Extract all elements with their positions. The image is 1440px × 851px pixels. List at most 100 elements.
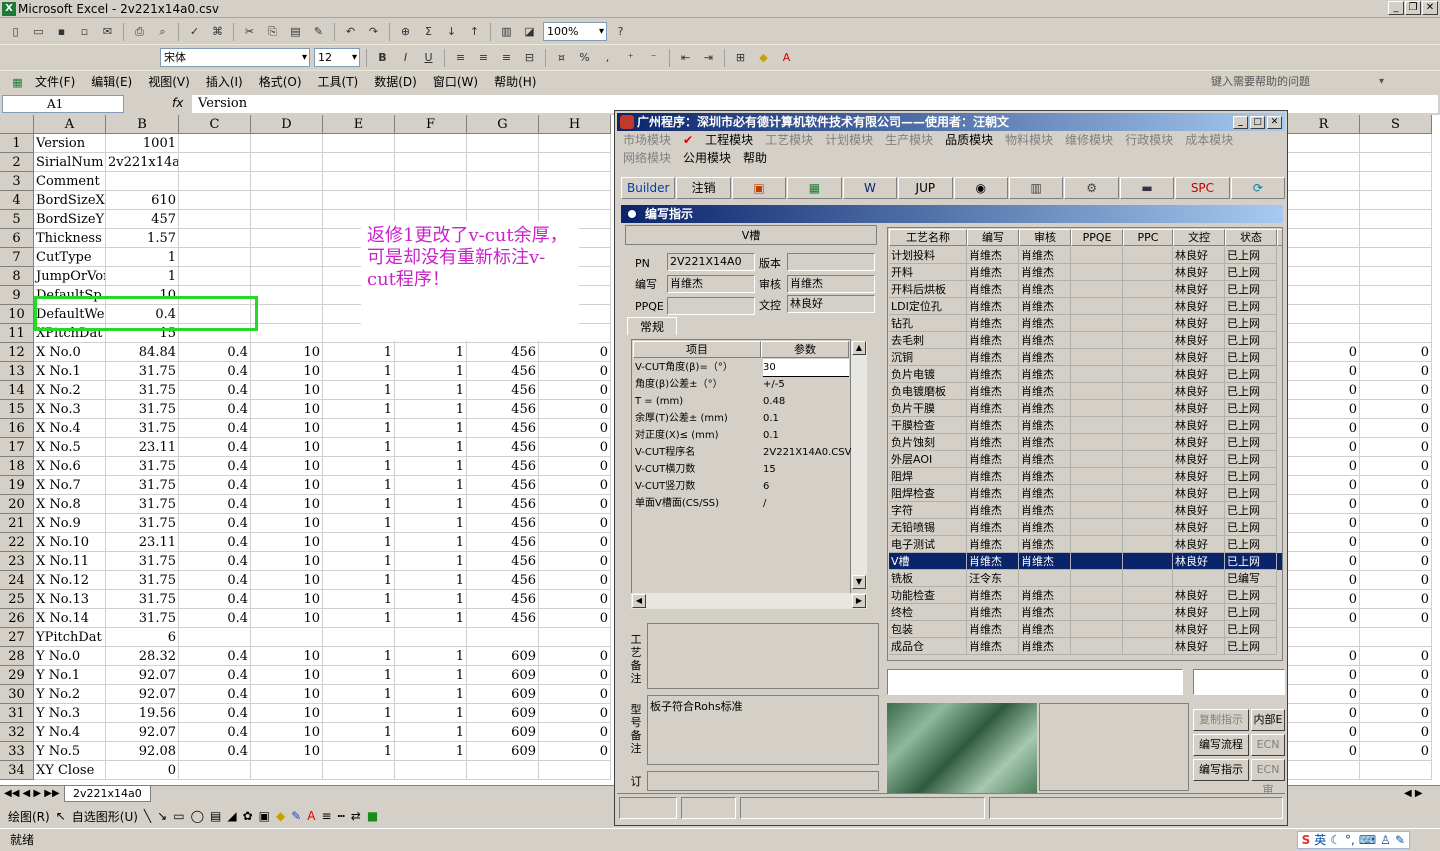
autoshapes-menu[interactable]: 自选图形(U) [72, 808, 138, 825]
cell-f[interactable]: 1 [395, 419, 467, 438]
cell-a[interactable]: Y No.0 [34, 647, 106, 666]
process-search-field[interactable] [1193, 669, 1285, 695]
cell-b[interactable]: 31.75 [106, 400, 179, 419]
align-right-icon[interactable]: ≡ [497, 48, 516, 67]
column-header[interactable]: F [395, 115, 467, 134]
cell-c[interactable] [179, 248, 251, 267]
column-header[interactable]: A [34, 115, 106, 134]
param-value[interactable]: / [763, 495, 766, 512]
row-header[interactable]: 8 [0, 267, 34, 286]
row-header[interactable]: 10 [0, 305, 34, 324]
menu-tools[interactable]: 工具(T) [310, 73, 367, 91]
menu-window[interactable]: 窗口(W) [425, 73, 486, 91]
cell-d[interactable]: 10 [251, 514, 323, 533]
font-color-icon[interactable]: A [777, 48, 796, 67]
currency-icon[interactable]: ¤ [552, 48, 571, 67]
cell-d[interactable] [251, 267, 323, 286]
line-style-icon[interactable]: ≡ [322, 809, 332, 823]
cell-h[interactable] [539, 134, 611, 153]
row-header[interactable]: 18 [0, 457, 34, 476]
cell-s[interactable]: 0 [1360, 457, 1432, 476]
row-header[interactable]: 3 [0, 172, 34, 191]
grid-row[interactable]: 开料后烘板 肖维杰 肖维杰 林良好 已上网 [889, 281, 1282, 298]
chart-icon[interactable]: ▥ [497, 22, 516, 41]
cell-s[interactable]: 0 [1360, 590, 1432, 609]
cell-a[interactable]: X No.14 [34, 609, 106, 628]
process-combo[interactable] [887, 669, 1183, 695]
cell-r[interactable]: 0 [1288, 609, 1360, 628]
refresh-icon[interactable]: ⟳ [1230, 177, 1286, 199]
menu-data[interactable]: 数据(D) [366, 73, 425, 91]
cell-b[interactable]: 2v221x14a0 [106, 153, 179, 172]
cell-e[interactable]: 1 [323, 476, 395, 495]
jump-button[interactable]: JUP [898, 177, 953, 199]
cell-d[interactable]: 10 [251, 647, 323, 666]
cell-b[interactable]: 19.56 [106, 704, 179, 723]
wrench-icon[interactable]: ✎ [1395, 829, 1405, 851]
grid-row[interactable]: 字符 肖维杰 肖维杰 林良好 已上网 [889, 502, 1282, 519]
cell-h[interactable] [539, 172, 611, 191]
redo-icon[interactable]: ↷ [364, 22, 383, 41]
column-header[interactable]: E [323, 115, 395, 134]
grid-row[interactable]: LDI定位孔 肖维杰 肖维杰 林良好 已上网 [889, 298, 1282, 315]
borders-icon[interactable]: ⊞ [731, 48, 750, 67]
cell-g[interactable]: 456 [467, 552, 539, 571]
param-row[interactable]: T = (mm) 0.48 [633, 393, 851, 410]
italic-icon[interactable]: I [396, 48, 415, 67]
row-header[interactable]: 30 [0, 685, 34, 704]
cell-e[interactable]: 1 [323, 495, 395, 514]
minimize-button[interactable]: _ [1388, 1, 1404, 15]
cell-h[interactable]: 0 [539, 533, 611, 552]
cell-f[interactable]: 1 [395, 438, 467, 457]
punct-icon[interactable]: °, [1345, 829, 1355, 851]
cell-a[interactable]: X No.1 [34, 362, 106, 381]
menu-view[interactable]: 视图(V) [140, 73, 198, 91]
picture-icon[interactable]: ▣ [259, 809, 270, 823]
font-combo[interactable]: 宋体 [160, 48, 310, 67]
param-vscroll[interactable]: ▲ ▼ [851, 341, 867, 589]
module-item[interactable]: 工艺模块 [765, 132, 813, 148]
moon-icon[interactable]: ☾ [1330, 829, 1341, 851]
ime-toolbar[interactable]: S 英 ☾ °, ⌨ ♙ ✎ [1296, 829, 1410, 851]
select-pointer-icon[interactable]: ↖ [56, 809, 66, 823]
cell-s[interactable] [1360, 286, 1432, 305]
scroll-down-icon[interactable]: ▼ [852, 575, 866, 589]
cell-d[interactable] [251, 229, 323, 248]
cell-h[interactable]: 0 [539, 495, 611, 514]
cell-c[interactable]: 0.4 [179, 704, 251, 723]
cell-c[interactable]: 0.4 [179, 343, 251, 362]
cell-b[interactable]: 31.75 [106, 514, 179, 533]
cell-a[interactable]: X No.13 [34, 590, 106, 609]
cell-s[interactable] [1360, 153, 1432, 172]
permission-icon[interactable]: ▫ [75, 22, 94, 41]
cell-g[interactable]: 456 [467, 533, 539, 552]
cell-d[interactable] [251, 324, 323, 343]
cell-h[interactable]: 0 [539, 514, 611, 533]
app-minimize-button[interactable]: _ [1233, 116, 1248, 129]
row-header[interactable]: 32 [0, 723, 34, 742]
cell-s[interactable]: 0 [1360, 400, 1432, 419]
param-header-item[interactable]: 项目 [633, 341, 761, 358]
cell-a[interactable]: X No.4 [34, 419, 106, 438]
grid-row[interactable]: 成品仓 肖维杰 肖维杰 林良好 已上网 [889, 638, 1282, 655]
module-item[interactable]: 生产模块 [885, 132, 933, 148]
font-size-combo[interactable]: 12 [314, 48, 360, 67]
grid-row[interactable]: 计划投料 肖维杰 肖维杰 林良好 已上网 [889, 247, 1282, 264]
row-header[interactable]: 14 [0, 381, 34, 400]
keyboard-icon[interactable]: ⌨ [1359, 829, 1376, 851]
close-button[interactable]: ✕ [1422, 1, 1438, 15]
cell-c[interactable]: 0.4 [179, 381, 251, 400]
row-header[interactable]: 6 [0, 229, 34, 248]
sheet-nav-icon[interactable]: ◀◀ ◀ ▶ ▶▶ [4, 786, 60, 802]
cell-g[interactable] [467, 191, 539, 210]
cell-s[interactable] [1360, 628, 1432, 647]
module-item[interactable]: 公用模块 [683, 150, 731, 166]
cell-b[interactable]: 31.75 [106, 476, 179, 495]
column-header[interactable]: G [467, 115, 539, 134]
cell-e[interactable]: 1 [323, 533, 395, 552]
cell-e[interactable]: 1 [323, 514, 395, 533]
cell-b[interactable]: 31.75 [106, 362, 179, 381]
scroll-right-icon[interactable]: ▶ [852, 594, 866, 608]
row-header[interactable]: 9 [0, 286, 34, 305]
cell-d[interactable]: 10 [251, 495, 323, 514]
